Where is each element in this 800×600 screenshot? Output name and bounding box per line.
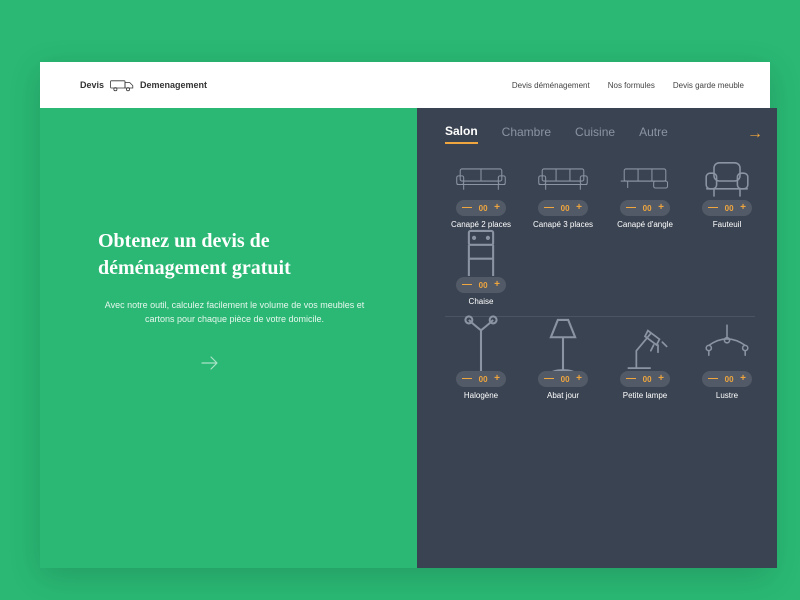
item-canape-3: — 00 + Canapé 3 places <box>527 160 599 229</box>
minus-button[interactable]: — <box>462 280 472 290</box>
arrow-right-icon[interactable] <box>198 351 222 375</box>
hero-subtext: Avec notre outil, calculez facilement le… <box>98 298 381 327</box>
hero-heading: Obtenez un devis de déménagement gratuit <box>98 228 381 282</box>
tab-chambre[interactable]: Chambre <box>502 125 551 143</box>
minus-button[interactable]: — <box>462 203 472 213</box>
stepper-canape-angle: — 00 + <box>620 200 670 216</box>
count-value: 00 <box>561 204 570 213</box>
truck-icon <box>110 78 134 92</box>
count-value: 00 <box>725 204 734 213</box>
item-abat-jour: — 00 + Abat jour <box>527 331 599 400</box>
furniture-grid: — 00 + Canapé 2 places — 00 + Can <box>445 160 763 400</box>
plus-button[interactable]: + <box>740 374 746 384</box>
tab-salon[interactable]: Salon <box>445 124 478 144</box>
count-value: 00 <box>479 375 488 384</box>
plus-button[interactable]: + <box>494 203 500 213</box>
stepper-fauteuil: — 00 + <box>702 200 752 216</box>
hero: Obtenez un devis de déménagement gratuit… <box>40 108 417 568</box>
stepper-chaise: — 00 + <box>456 277 506 293</box>
stepper-halogene: — 00 + <box>456 371 506 387</box>
floor-lamp-icon <box>455 331 507 367</box>
count-value: 00 <box>725 375 734 384</box>
logo: Devis Demenagement <box>80 78 207 92</box>
minus-button[interactable]: — <box>708 374 718 384</box>
minus-button[interactable]: — <box>626 203 636 213</box>
logo-text-right: Demenagement <box>140 80 207 90</box>
minus-button[interactable]: — <box>544 374 554 384</box>
item-lustre: — 00 + Lustre <box>691 331 763 400</box>
item-halogene: — 00 + Halogène <box>445 331 517 400</box>
tabs-next-icon[interactable]: → <box>747 125 763 143</box>
item-petite-lampe: — 00 + Petite lampe <box>609 331 681 400</box>
count-value: 00 <box>643 204 652 213</box>
tab-autre[interactable]: Autre <box>639 125 668 143</box>
stepper-petite-lampe: — 00 + <box>620 371 670 387</box>
lampshade-icon <box>537 331 589 367</box>
sofa-3-icon <box>537 160 589 196</box>
room-tabs: Salon Chambre Cuisine Autre → <box>445 124 763 144</box>
item-fauteuil: — 00 + Fauteuil <box>691 160 763 229</box>
nav-link-formules[interactable]: Nos formules <box>608 81 655 90</box>
item-label: Lustre <box>716 391 738 400</box>
item-label: Canapé 3 places <box>533 220 593 229</box>
furniture-panel: Salon Chambre Cuisine Autre → — 00 + <box>417 108 777 568</box>
armchair-icon <box>701 160 753 196</box>
app-window: Devis Demenagement Devis déménagement No… <box>40 62 770 568</box>
stepper-lustre: — 00 + <box>702 371 752 387</box>
plus-button[interactable]: + <box>658 203 664 213</box>
item-label: Abat jour <box>547 391 579 400</box>
item-label: Fauteuil <box>713 220 741 229</box>
stepper-canape-3: — 00 + <box>538 200 588 216</box>
minus-button[interactable]: — <box>544 203 554 213</box>
nav-link-devis[interactable]: Devis déménagement <box>512 81 590 90</box>
count-value: 00 <box>561 375 570 384</box>
empty-cell <box>691 237 763 306</box>
nav-link-garde[interactable]: Devis garde meuble <box>673 81 744 90</box>
count-value: 00 <box>479 204 488 213</box>
count-value: 00 <box>479 281 488 290</box>
empty-cell <box>609 237 681 306</box>
stepper-abat-jour: — 00 + <box>538 371 588 387</box>
sofa-corner-icon <box>619 160 671 196</box>
minus-button[interactable]: — <box>626 374 636 384</box>
body: Obtenez un devis de déménagement gratuit… <box>40 108 770 568</box>
tab-cuisine[interactable]: Cuisine <box>575 125 615 143</box>
minus-button[interactable]: — <box>708 203 718 213</box>
item-canape-angle: — 00 + Canapé d'angle <box>609 160 681 229</box>
item-label: Halogène <box>464 391 498 400</box>
plus-button[interactable]: + <box>494 280 500 290</box>
item-label: Chaise <box>469 297 494 306</box>
sofa-2-icon <box>455 160 507 196</box>
chandelier-icon <box>701 331 753 367</box>
plus-button[interactable]: + <box>494 374 500 384</box>
plus-button[interactable]: + <box>658 374 664 384</box>
plus-button[interactable]: + <box>576 203 582 213</box>
plus-button[interactable]: + <box>740 203 746 213</box>
count-value: 00 <box>643 375 652 384</box>
item-canape-2: — 00 + Canapé 2 places <box>445 160 517 229</box>
minus-button[interactable]: — <box>462 374 472 384</box>
stepper-canape-2: — 00 + <box>456 200 506 216</box>
empty-cell <box>527 237 599 306</box>
logo-text-left: Devis <box>80 80 104 90</box>
nav: Devis déménagement Nos formules Devis ga… <box>512 81 744 90</box>
desk-lamp-icon <box>619 331 671 367</box>
item-label: Petite lampe <box>623 391 667 400</box>
item-label: Canapé d'angle <box>617 220 673 229</box>
item-chaise: — 00 + Chaise <box>445 237 517 306</box>
chair-icon <box>455 237 507 273</box>
plus-button[interactable]: + <box>576 374 582 384</box>
header: Devis Demenagement Devis déménagement No… <box>40 62 770 108</box>
